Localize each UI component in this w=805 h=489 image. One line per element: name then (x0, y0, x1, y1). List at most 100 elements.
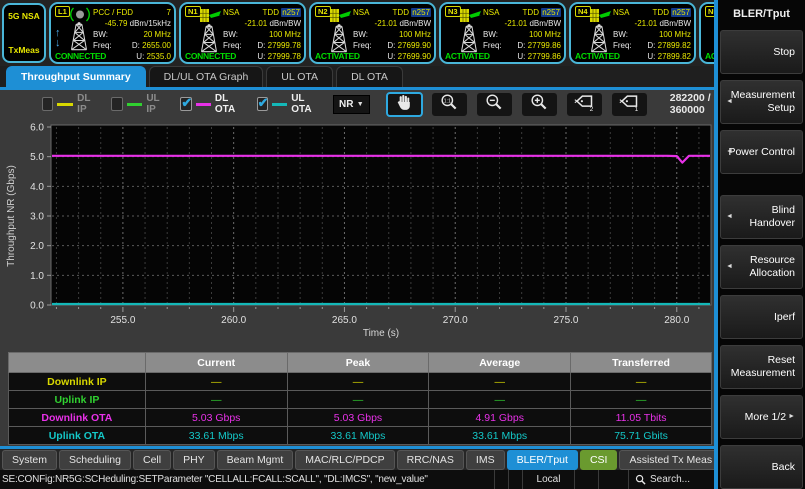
back-button[interactable]: Back (720, 445, 803, 489)
cell-freq-label: Freq: (353, 40, 372, 51)
cell-panel-l1[interactable]: L1↑↓PCC / FDD7-45.79 dBm/15kHzBW:20 MHzF… (49, 2, 176, 64)
legend-label: UL OTA (291, 93, 319, 115)
status-cell (598, 470, 628, 489)
cell-power-value: -21.01 (635, 18, 660, 29)
tab-dl-ota[interactable]: DL OTA (336, 66, 403, 87)
legend-item-ul-ota[interactable]: UL OTA (257, 93, 319, 115)
zoom-reset-button[interactable]: 1:1 (431, 92, 468, 117)
softkey-label: Reset Measurement (728, 354, 795, 379)
cell-panel-n3[interactable]: N3NSATDD n257-21.01 dBm/BWBW:100 MHzFreq… (439, 2, 566, 64)
softkey-label: Blind Handover (728, 204, 795, 229)
tab-csi[interactable]: CSI (580, 450, 618, 470)
search-placeholder: Search... (650, 474, 690, 485)
tab-bler-tput[interactable]: BLER/Tput (507, 450, 578, 470)
cell-info-rows: NSATDD n257-21.01 dBm/BWBW:100 MHzFreq:D… (483, 7, 561, 62)
system-summary-box[interactable]: 5G NSA TxMeas (2, 3, 46, 63)
cell-status-label: ACTIVATED (575, 51, 620, 61)
more-1-2-button[interactable]: More 1/2► (720, 395, 803, 439)
throughput-chart[interactable]: 0.01.02.03.04.05.06.0255.0260.0265.0270.… (0, 118, 714, 346)
search-field[interactable]: Search... (628, 470, 714, 489)
search-icon (635, 474, 646, 485)
cell-panel-n2[interactable]: N2NSATDD n257-21.01 dBm/BWBW:100 MHzFreq… (309, 2, 436, 64)
checkbox-ul-ip[interactable] (111, 97, 122, 111)
table-row: Downlink OTA5.03 Gbps5.03 Gbps4.91 Gbps1… (9, 409, 712, 427)
softkey-label: Stop (773, 46, 795, 59)
tower-icon (197, 24, 221, 54)
cell-panel-n4[interactable]: N4NSATDD n257-21.01 dBm/BWBW:100 MHzFreq… (569, 2, 696, 64)
tab-dl-ul-ota-graph[interactable]: DL/UL OTA Graph (149, 66, 264, 87)
cell-title-row: NSATDD n257 (223, 7, 301, 18)
cell-dl-freq: D: 27899.82 (647, 40, 691, 51)
cell-power-unit: dBm/BW (659, 18, 691, 29)
cell-panel-n1[interactable]: N1NSATDD n257-21.01 dBm/BWBW:100 MHzFreq… (179, 2, 306, 64)
marker-1-icon: 1 (618, 92, 640, 117)
power-control-button[interactable]: ◄Power Control (720, 130, 803, 174)
tab-system[interactable]: System (2, 450, 57, 470)
cell-ul-freq: U: 2535.0 (136, 51, 171, 62)
measurement-table-wrap: CurrentPeakAverageTransferredDownlink IP… (0, 346, 714, 446)
cell-band-label: TDD n257 (263, 7, 301, 18)
table-cell: 33.61 Mbps (145, 427, 287, 445)
resource-allocation-button[interactable]: ◄Resource Allocation (720, 245, 803, 289)
tab-assisted-tx-meas[interactable]: Assisted Tx Meas (619, 450, 722, 470)
tab-rrc-nas[interactable]: RRC/NAS (397, 450, 464, 470)
checkbox-ul-ota[interactable] (257, 97, 268, 111)
legend-line-swatch (196, 103, 211, 106)
left-arrow-icon: ◄ (726, 263, 733, 271)
technology-select[interactable]: NR▼ (333, 95, 370, 114)
table-row: Uplink OTA33.61 Mbps33.61 Mbps33.61 Mbps… (9, 427, 712, 445)
tab-throughput-summary[interactable]: Throughput Summary (6, 66, 146, 87)
cell-panel-n5[interactable]: N5 ACTIVATED (699, 2, 714, 64)
y-tick-label: 1.0 (30, 271, 44, 282)
y-axis-label: Throughput NR (Gbps) (6, 165, 17, 267)
cell-mode-label: NSA (353, 7, 369, 18)
cell-title-row: PCC / FDD7 (93, 7, 171, 18)
blind-handover-button[interactable]: ◄Blind Handover (720, 195, 803, 239)
right-arrow-icon: ► (788, 413, 795, 421)
tab-mac-rlc-pdcp[interactable]: MAC/RLC/PDCP (295, 450, 394, 470)
measurement-setup-button[interactable]: ◄Measurement Setup (720, 80, 803, 124)
table-row: Uplink IP———— (9, 391, 712, 409)
tab-ims[interactable]: IMS (466, 450, 505, 470)
legend-item-ul-ip[interactable]: UL IP (111, 93, 166, 115)
zoom-out-icon (484, 92, 504, 117)
status-cell (574, 470, 598, 489)
beam-antenna-icon (589, 8, 615, 24)
local-button[interactable]: Local (522, 470, 574, 489)
table-cell: — (287, 391, 429, 409)
iperf-button[interactable]: Iperf (720, 295, 803, 339)
zoom-in-button[interactable] (521, 92, 558, 117)
stop-button[interactable]: Stop (720, 30, 803, 74)
x-tick-label: 255.0 (110, 315, 135, 326)
reset-measurement-button[interactable]: Reset Measurement (720, 345, 803, 389)
chart-canvas[interactable]: 0.01.02.03.04.05.06.0255.0260.0265.0270.… (0, 118, 714, 346)
tab-phy[interactable]: PHY (173, 450, 215, 470)
cell-info-rows: NSATDD n257-21.01 dBm/BWBW:100 MHzFreq:D… (613, 7, 691, 62)
app-window: 5G NSA TxMeas L1↑↓PCC / FDD7-45.79 dBm/1… (0, 0, 805, 489)
cell-band-number: n257 (281, 8, 301, 17)
legend-label: DL IP (77, 93, 97, 115)
pan-button[interactable] (386, 92, 423, 117)
cell-power-row: -45.79 dBm/15kHz (93, 18, 171, 29)
cell-power-row: -21.01 dBm/BW (223, 18, 301, 29)
beam-antenna-icon (199, 8, 225, 24)
x-axis-label: Time (s) (363, 328, 399, 339)
cell-ul-freq: U: 27699.90 (387, 51, 431, 62)
beam-antenna-icon (329, 8, 355, 24)
tab-scheduling[interactable]: Scheduling (59, 450, 131, 470)
x-tick-label: 265.0 (332, 315, 357, 326)
checkbox-dl-ota[interactable] (180, 97, 191, 111)
tab-cell[interactable]: Cell (133, 450, 171, 470)
marker-2-button[interactable]: 2 (566, 92, 603, 117)
marker-1-button[interactable]: 1 (611, 92, 648, 117)
cell-info-rows: NSATDD n257-21.01 dBm/BWBW:100 MHzFreq:D… (353, 7, 431, 62)
legend-item-dl-ip[interactable]: DL IP (42, 93, 97, 115)
cell-dl-freq: D: 2655.00 (132, 40, 171, 51)
legend-item-dl-ota[interactable]: DL OTA (180, 93, 242, 115)
tab-ul-ota[interactable]: UL OTA (266, 66, 333, 87)
cell-bw-label: BW: (613, 29, 628, 40)
cell-bw-value: 100 MHz (399, 29, 431, 40)
tab-beam-mgmt[interactable]: Beam Mgmt (217, 450, 294, 470)
checkbox-dl-ip[interactable] (42, 97, 53, 111)
zoom-out-button[interactable] (476, 92, 513, 117)
